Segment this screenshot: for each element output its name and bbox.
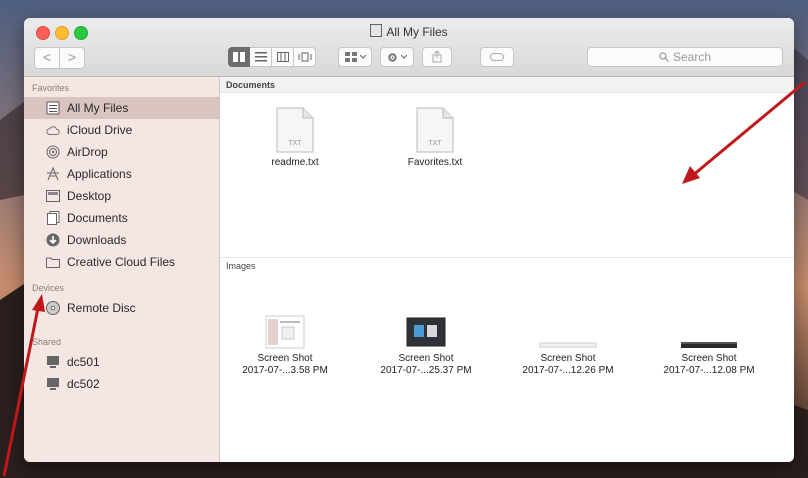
share-button[interactable]: [422, 47, 452, 67]
search-icon: [659, 52, 669, 62]
sidebar-item-remote-disc[interactable]: Remote Disc: [24, 297, 219, 319]
sidebar-item-creative-cloud-files[interactable]: Creative Cloud Files: [24, 251, 219, 273]
arrange-icon: [344, 52, 357, 62]
downloads-icon: [46, 233, 60, 247]
image-name-line2: 2017-07-...12.26 PM: [522, 365, 614, 376]
image-name-line2: 2017-07-...3.58 PM: [242, 365, 328, 376]
gear-icon: [388, 52, 397, 62]
documents-icon: [46, 211, 60, 225]
image-name-line1: Screen Shot: [398, 353, 454, 364]
finder-window: All My Files < > Search Favorites All My…: [24, 18, 794, 462]
image-file[interactable]: Screen Shot 2017-07-...25.37 PM: [361, 315, 491, 377]
window-title-text: All My Files: [386, 25, 448, 39]
desktop-icon: [46, 189, 60, 203]
text-file-icon: TXT: [276, 107, 314, 153]
cover-flow-view-button[interactable]: [294, 47, 316, 67]
file-readme[interactable]: TXT readme.txt: [230, 107, 360, 169]
image-name-line1: Screen Shot: [681, 353, 737, 364]
chevron-down-icon: [401, 55, 407, 59]
svg-text:TXT: TXT: [428, 140, 442, 147]
sidebar-item-dc501[interactable]: dc501: [24, 351, 219, 373]
sidebar-item-label: Remote Disc: [67, 301, 136, 315]
cover-flow-icon: [298, 52, 311, 62]
list-view-button[interactable]: [250, 47, 272, 67]
document-icon: [370, 24, 383, 37]
title-bar: All My Files < > Search: [24, 18, 794, 77]
image-file[interactable]: Screen Shot 2017-07-...12.26 PM: [503, 315, 633, 377]
forward-button[interactable]: >: [60, 47, 85, 69]
sidebar-item-airdrop[interactable]: AirDrop: [24, 141, 219, 163]
image-name-line1: Screen Shot: [540, 353, 596, 364]
sidebar-item-label: Downloads: [67, 233, 127, 247]
sidebar-item-label: Creative Cloud Files: [67, 255, 176, 269]
chevron-down-icon: [359, 55, 366, 59]
tag-icon: [490, 53, 504, 61]
screenshot-thumbnail: [265, 315, 305, 349]
screenshot-thumbnail: [406, 315, 446, 349]
sidebar-item-label: AirDrop: [67, 145, 108, 159]
list-view-icon: [254, 52, 267, 62]
sidebar-item-label: dc502: [67, 377, 100, 391]
action-button[interactable]: [380, 47, 414, 67]
image-file[interactable]: Screen Shot 2017-07-...3.58 PM: [220, 315, 350, 377]
icon-view-button[interactable]: [228, 47, 250, 67]
sidebar: Favorites All My Files iCloud Drive AirD…: [24, 77, 220, 462]
icon-view-icon: [233, 52, 245, 62]
cloud-icon: [46, 123, 60, 137]
screenshot-thumbnail: [538, 315, 598, 349]
arrange-button[interactable]: [338, 47, 372, 67]
search-placeholder: Search: [672, 50, 712, 64]
back-button[interactable]: <: [34, 47, 60, 69]
sidebar-item-applications[interactable]: Applications: [24, 163, 219, 185]
file-name: Favorites.txt: [407, 157, 463, 168]
folder-icon: [46, 255, 60, 269]
applications-icon: [46, 167, 60, 181]
annotation-arrow-upper: [682, 80, 806, 184]
sidebar-item-label: dc501: [67, 355, 100, 369]
image-file[interactable]: Screen Shot 2017-07-...12.08 PM: [644, 315, 774, 377]
sidebar-item-label: All My Files: [67, 101, 129, 115]
svg-text:TXT: TXT: [288, 140, 302, 147]
file-name: readme.txt: [271, 157, 319, 168]
search-field[interactable]: Search: [587, 47, 783, 67]
sidebar-item-dc502[interactable]: dc502: [24, 373, 219, 395]
sidebar-item-label: Desktop: [67, 189, 112, 203]
annotation-arrow-lower: [2, 294, 45, 477]
file-favorites[interactable]: TXT Favorites.txt: [370, 107, 500, 169]
edit-tags-button[interactable]: [480, 47, 514, 67]
window-title: All My Files: [24, 24, 794, 39]
sidebar-item-label: iCloud Drive: [67, 123, 133, 137]
sidebar-item-label: Documents: [67, 211, 128, 225]
column-view-icon: [276, 52, 289, 62]
image-name-line2: 2017-07-...25.37 PM: [380, 365, 472, 376]
sidebar-item-icloud-drive[interactable]: iCloud Drive: [24, 119, 219, 141]
sidebar-item-desktop[interactable]: Desktop: [24, 185, 219, 207]
all-my-files-icon: [46, 101, 60, 115]
sidebar-item-label: Applications: [67, 167, 132, 181]
share-icon: [432, 51, 442, 63]
navigation-buttons: < >: [34, 47, 85, 69]
sidebar-item-downloads[interactable]: Downloads: [24, 229, 219, 251]
sidebar-item-all-my-files[interactable]: All My Files: [24, 97, 219, 119]
image-name-line2: 2017-07-...12.08 PM: [663, 365, 755, 376]
text-file-icon: TXT: [416, 107, 454, 153]
view-mode-selector: [228, 47, 316, 67]
airdrop-icon: [46, 145, 60, 159]
column-view-button[interactable]: [272, 47, 294, 67]
favorites-header: Favorites: [32, 83, 70, 93]
sidebar-item-documents[interactable]: Documents: [24, 207, 219, 229]
image-name-line1: Screen Shot: [257, 353, 313, 364]
screenshot-thumbnail: [679, 315, 739, 349]
images-section-header: Images: [220, 257, 794, 273]
